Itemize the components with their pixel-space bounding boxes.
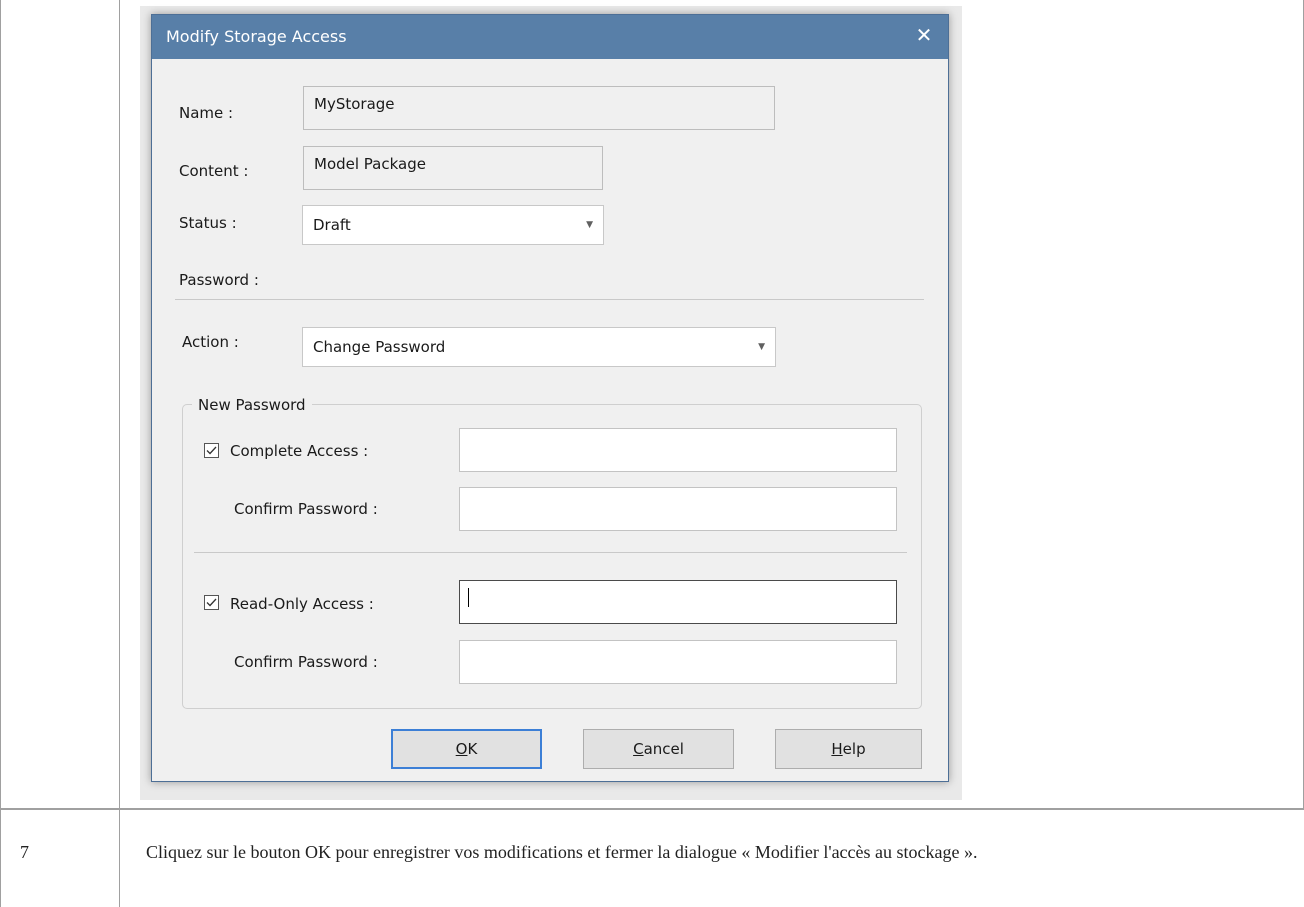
cancel-accelerator: C	[633, 740, 644, 758]
checkmark-icon	[206, 598, 217, 607]
status-label: Status :	[179, 214, 237, 232]
dialog-titlebar[interactable]: Modify Storage Access ✕	[152, 15, 948, 59]
table-row-divider	[0, 808, 1304, 810]
new-password-group-title: New Password	[192, 396, 312, 414]
name-field: MyStorage	[303, 86, 775, 130]
step-number: 7	[20, 842, 29, 862]
step-text: Cliquez sur le bouton OK pour enregistre…	[146, 842, 978, 862]
table-left-border	[0, 0, 1, 907]
dropdown-arrow-icon: ▼	[586, 220, 593, 230]
help-label-rest: elp	[842, 740, 866, 758]
complete-access-label: Complete Access :	[230, 442, 369, 460]
close-icon[interactable]: ✕	[910, 21, 938, 49]
dialog-title: Modify Storage Access	[166, 27, 347, 46]
readonly-access-checkbox[interactable]	[204, 595, 219, 610]
checkmark-icon	[206, 446, 217, 455]
help-button[interactable]: Help	[775, 729, 922, 769]
modify-storage-access-dialog: Modify Storage Access ✕ Name : MyStorage…	[151, 14, 949, 782]
name-label: Name :	[179, 104, 234, 122]
cancel-button[interactable]: Cancel	[583, 729, 734, 769]
action-value: Change Password	[313, 338, 446, 356]
readonly-access-label: Read-Only Access :	[230, 595, 374, 613]
readonly-access-confirm-input[interactable]	[459, 640, 897, 684]
complete-access-password-input[interactable]	[459, 428, 897, 472]
password-separator	[175, 299, 924, 300]
confirm-password-label-1: Confirm Password :	[234, 500, 378, 518]
group-separator	[194, 552, 907, 553]
text-caret	[468, 588, 469, 607]
password-label: Password :	[179, 271, 259, 289]
content-label: Content :	[179, 162, 249, 180]
action-label: Action :	[182, 333, 239, 351]
ok-label-rest: K	[467, 740, 478, 758]
cancel-label-rest: ancel	[643, 740, 684, 758]
ok-button[interactable]: OK	[391, 729, 542, 769]
table-column-divider	[119, 0, 120, 907]
status-value: Draft	[313, 216, 351, 234]
content-field: Model Package	[303, 146, 603, 190]
complete-access-confirm-input[interactable]	[459, 487, 897, 531]
readonly-access-password-input[interactable]	[459, 580, 897, 624]
action-dropdown[interactable]: Change Password ▼	[302, 327, 776, 367]
dropdown-arrow-icon: ▼	[758, 342, 765, 352]
status-dropdown[interactable]: Draft ▼	[302, 205, 604, 245]
complete-access-checkbox[interactable]	[204, 443, 219, 458]
confirm-password-label-2: Confirm Password :	[234, 653, 378, 671]
ok-accelerator: O	[455, 740, 468, 758]
help-accelerator: H	[831, 740, 843, 758]
